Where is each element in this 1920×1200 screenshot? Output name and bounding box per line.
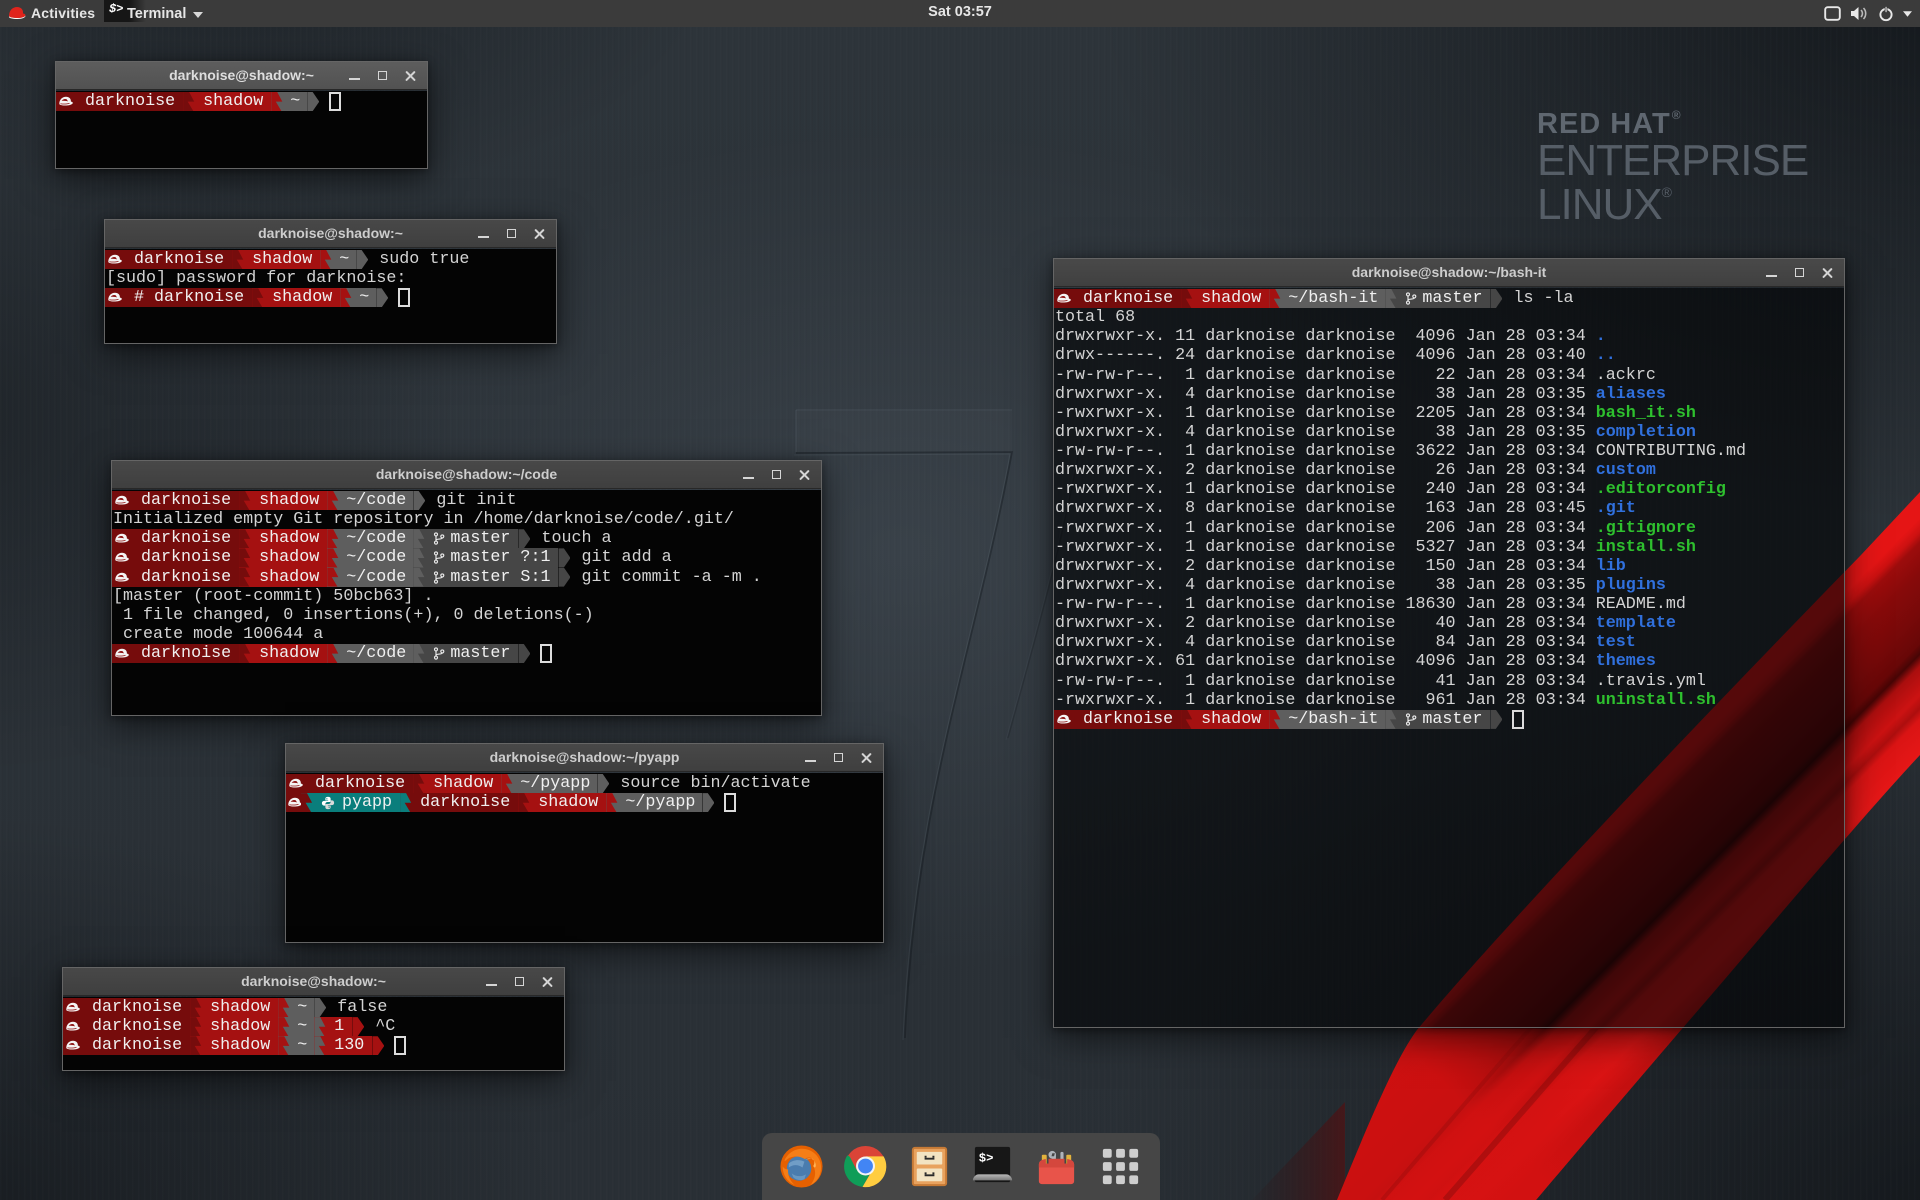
svg-text:$>: $> [979, 1152, 994, 1166]
